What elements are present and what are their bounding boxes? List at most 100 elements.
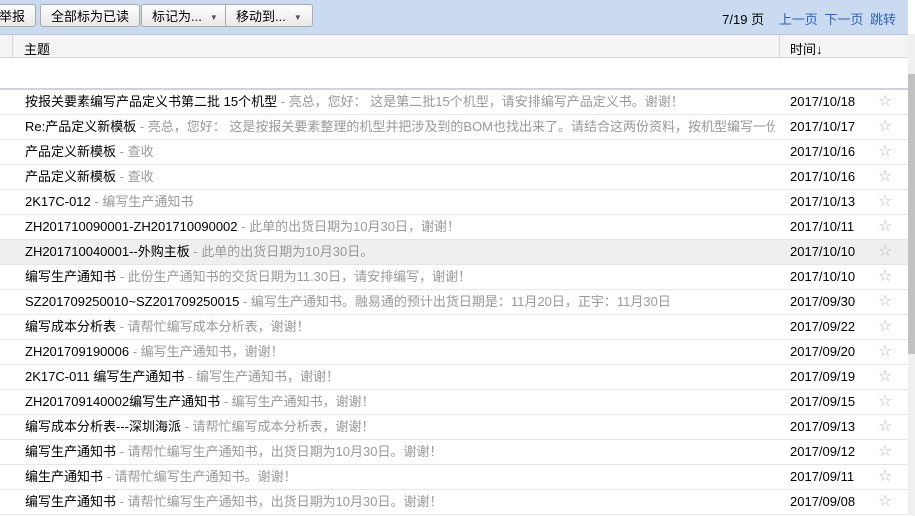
email-preview: - 编写生产通知书，谢谢！	[129, 344, 284, 359]
star-icon[interactable]: ☆	[878, 490, 892, 514]
email-preview: - 此单的出货日期为10月30日，谢谢！	[237, 219, 460, 234]
star-icon[interactable]: ☆	[878, 465, 892, 489]
pager: 7/19 页 上一页 下一页 跳转	[722, 9, 896, 28]
prev-page-link[interactable]: 上一页	[779, 12, 818, 27]
star-icon[interactable]: ☆	[878, 440, 892, 464]
star-icon[interactable]: ☆	[878, 190, 892, 214]
email-row[interactable]: 2K17C-012 - 编写生产通知书 2017/10/13 ☆	[0, 190, 908, 215]
email-subject-line[interactable]: ZH201709190006 - 编写生产通知书，谢谢！	[25, 340, 284, 364]
star-icon[interactable]: ☆	[878, 390, 892, 414]
star-icon[interactable]: ☆	[878, 315, 892, 339]
email-preview: - 编写生产通知书，谢谢！	[184, 369, 339, 384]
email-date: 2017/09/22	[790, 319, 856, 334]
email-date: 2017/09/08	[790, 494, 856, 509]
report-label: 举报	[0, 9, 26, 24]
email-row[interactable]: 产品定义新模板 - 查收 2017/10/16 ☆	[0, 140, 908, 165]
email-subject: ZH201709140002编写生产通知书	[25, 394, 221, 409]
jump-page-link[interactable]: 跳转	[870, 12, 896, 27]
email-preview: - 编写生产通知书	[90, 194, 194, 209]
email-subject-line[interactable]: ZH201710090001-ZH201710090002 - 此单的出货日期为…	[25, 215, 460, 239]
email-row[interactable]: 产品定义新模板 - 查收 2017/10/16 ☆	[0, 165, 908, 190]
email-date: 2017/09/12	[790, 444, 856, 459]
email-subject: ZH201710040001--外购主板	[25, 244, 190, 259]
email-subject-line[interactable]: ZH201710040001--外购主板 - 此单的出货日期为10月30日。	[25, 240, 373, 264]
email-subject: SZ201709250010~SZ201709250015	[25, 294, 240, 309]
email-subject-line[interactable]: 产品定义新模板 - 查收	[25, 165, 154, 189]
email-row[interactable]: ZH201710090001-ZH201710090002 - 此单的出货日期为…	[0, 215, 908, 240]
email-row[interactable]: ZH201709190006 - 编写生产通知书，谢谢！ 2017/09/20 ☆	[0, 340, 908, 365]
email-subject: 编写成本分析表---深圳海派	[25, 419, 181, 434]
email-subject-line[interactable]: 编写成本分析表---深圳海派 - 请帮忙编写成本分析表，谢谢！	[25, 415, 375, 439]
email-row[interactable]: 编写成本分析表---深圳海派 - 请帮忙编写成本分析表，谢谢！ 2017/09/1…	[0, 415, 908, 440]
email-subject-line[interactable]: 编写生产通知书 - 请帮忙编写生产通知书，出货日期为10月30日。谢谢！	[25, 440, 443, 464]
email-subject: ZH201710090001-ZH201710090002	[25, 219, 238, 234]
move-to-dropdown[interactable]: 移动到... ▼	[225, 4, 313, 27]
email-row[interactable]: 编生产通知书 - 请帮忙编写生产通知书。谢谢！ 2017/09/11 ☆	[0, 465, 908, 490]
email-row[interactable]: ZH201710040001--外购主板 - 此单的出货日期为10月30日。 20…	[0, 240, 908, 265]
email-preview: - 请帮忙编写生产通知书，出货日期为10月30日。谢谢！	[116, 494, 443, 509]
email-subject-line[interactable]: 编写生产通知书 - 此份生产通知书的交货日期为11.30日，请安排编写，谢谢！	[25, 265, 471, 289]
email-subject: 编写成本分析表	[25, 319, 117, 334]
email-subject-line[interactable]: 2K17C-012 - 编写生产通知书	[25, 190, 193, 214]
email-row[interactable]: 编写生产通知书 - 此份生产通知书的交货日期为11.30日，请安排编写，谢谢！ 2…	[0, 265, 908, 290]
scrollbar[interactable]	[908, 34, 915, 516]
mark-as-dropdown[interactable]: 标记为... ▼	[141, 4, 229, 27]
email-subject: 2K17C-012	[25, 194, 91, 209]
email-subject: 编写生产通知书	[25, 444, 117, 459]
email-preview: - 查收	[116, 169, 154, 184]
subject-column-header[interactable]: 主题	[24, 39, 50, 58]
time-column-header[interactable]: 时间↓	[790, 39, 823, 58]
email-preview: - 请帮忙编写生产通知书，出货日期为10月30日。谢谢！	[116, 444, 443, 459]
email-row[interactable]: 编写生产通知书 - 请帮忙编写生产通知书，出货日期为10月30日。谢谢！ 2017…	[0, 490, 908, 515]
email-row[interactable]: Re:产品定义新模板 - 亮总，您好： 这是按报关要素整理的机型并把涉及到的BO…	[0, 115, 908, 140]
email-row[interactable]: ZH201709140002编写生产通知书 - 编写生产通知书，谢谢！ 2017/…	[0, 390, 908, 415]
email-subject: ZH201709190006	[25, 344, 130, 359]
star-icon[interactable]: ☆	[878, 115, 892, 139]
next-page-link[interactable]: 下一页	[824, 12, 863, 27]
star-icon[interactable]: ☆	[878, 415, 892, 439]
email-preview: - 亮总，您好： 这是第二批15个机型，请安排编写产品定义书。谢谢！	[277, 94, 684, 109]
email-preview: - 编写生产通知书。融易通的预计出货日期是：11月20日，正宇：11月30日	[239, 294, 671, 309]
scrollbar-thumb[interactable]	[908, 74, 915, 354]
star-icon[interactable]: ☆	[878, 215, 892, 239]
email-row[interactable]: 按报关要素编写产品定义书第二批 15个机型 - 亮总，您好： 这是第二批15个机…	[0, 90, 908, 115]
email-subject: 编写生产通知书	[25, 494, 117, 509]
email-date: 2017/10/17	[790, 119, 856, 134]
email-subject-line[interactable]: 产品定义新模板 - 查收	[25, 140, 154, 164]
email-subject-line[interactable]: 编写生产通知书 - 请帮忙编写生产通知书，出货日期为10月30日。谢谢！	[25, 490, 443, 514]
email-subject-line[interactable]: ZH201709140002编写生产通知书 - 编写生产通知书，谢谢！	[25, 390, 375, 414]
email-subject-line[interactable]: 编生产通知书 - 请帮忙编写生产通知书。谢谢！	[25, 465, 297, 489]
email-subject-line[interactable]: 2K17C-011 编写生产通知书 - 编写生产通知书，谢谢！	[25, 365, 339, 389]
email-preview: - 请帮忙编写成本分析表，谢谢！	[116, 319, 310, 334]
email-date: 2017/09/20	[790, 344, 856, 359]
mark-all-read-button[interactable]: 全部标为已读	[40, 4, 141, 27]
email-date: 2017/10/18	[790, 94, 856, 109]
star-icon[interactable]: ☆	[878, 290, 892, 314]
report-button[interactable]: 举报	[0, 4, 37, 27]
star-icon[interactable]: ☆	[878, 90, 892, 114]
star-icon[interactable]: ☆	[878, 265, 892, 289]
email-subject-line[interactable]: SZ201709250010~SZ201709250015 - 编写生产通知书。…	[25, 290, 671, 314]
email-preview: - 编写生产通知书，谢谢！	[220, 394, 375, 409]
email-row[interactable]: 2K17C-011 编写生产通知书 - 编写生产通知书，谢谢！ 2017/09/1…	[0, 365, 908, 390]
star-icon[interactable]: ☆	[878, 240, 892, 264]
email-subject: 2K17C-011 编写生产通知书	[25, 369, 185, 384]
star-icon[interactable]: ☆	[878, 340, 892, 364]
star-icon[interactable]: ☆	[878, 365, 892, 389]
toolbar: 举报 全部标为已读 标记为... ▼ 移动到... ▼ 7/19 页 上一页 下一页…	[0, 0, 908, 35]
email-subject: Re:产品定义新模板	[25, 119, 137, 134]
email-subject-line[interactable]: 按报关要素编写产品定义书第二批 15个机型 - 亮总，您好： 这是第二批15个机…	[25, 90, 684, 114]
email-preview: - 亮总，您好： 这是按报关要素整理的机型并把涉及到的BOM也找出来了。请结合这…	[136, 119, 775, 134]
email-date: 2017/10/10	[790, 244, 856, 259]
email-date: 2017/10/13	[790, 194, 856, 209]
star-icon[interactable]: ☆	[878, 140, 892, 164]
star-icon[interactable]: ☆	[878, 165, 892, 189]
email-subject-line[interactable]: 编写成本分析表 - 请帮忙编写成本分析表，谢谢！	[25, 315, 310, 339]
email-subject-line[interactable]: Re:产品定义新模板 - 亮总，您好： 这是按报关要素整理的机型并把涉及到的BO…	[25, 115, 775, 139]
move-to-label: 移动到...	[236, 9, 286, 24]
email-row[interactable]: 编写生产通知书 - 请帮忙编写生产通知书，出货日期为10月30日。谢谢！ 2017…	[0, 440, 908, 465]
email-row[interactable]: 编写成本分析表 - 请帮忙编写成本分析表，谢谢！ 2017/09/22 ☆	[0, 315, 908, 340]
email-row[interactable]: SZ201709250010~SZ201709250015 - 编写生产通知书。…	[0, 290, 908, 315]
email-date: 2017/10/16	[790, 144, 856, 159]
chevron-down-icon: ▼	[209, 13, 218, 23]
